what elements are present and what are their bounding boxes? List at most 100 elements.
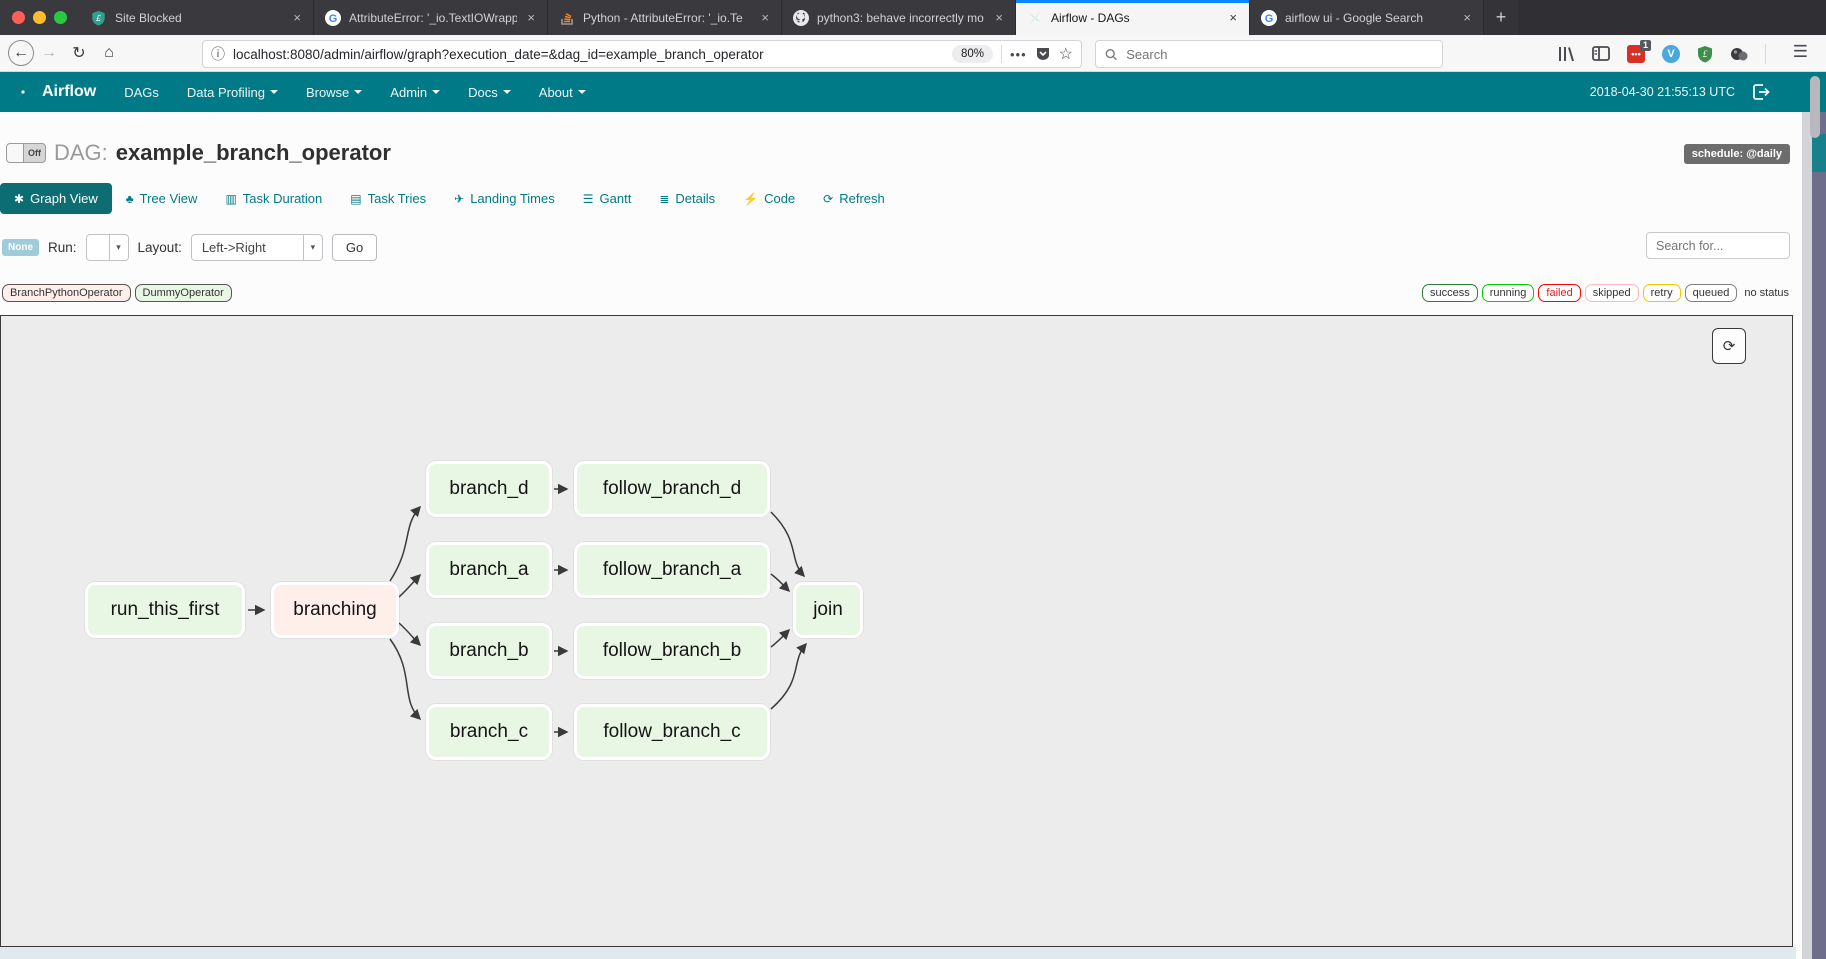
- dark-spheres-extension-icon[interactable]: [1730, 46, 1748, 62]
- url-text[interactable]: localhost:8080/admin/airflow/graph?execu…: [233, 47, 944, 62]
- airflow-icon: [1026, 9, 1043, 26]
- browser-tab[interactable]: Python - AttributeError: '_io.Te×: [548, 0, 782, 35]
- tab-details[interactable]: ≣Details: [645, 183, 729, 214]
- layout-select[interactable]: Left->Right ▾: [191, 234, 323, 261]
- password-extension-icon[interactable]: ••• 1: [1627, 45, 1645, 63]
- task-node-branch_a[interactable]: branch_a: [426, 542, 552, 598]
- minimize-window-button[interactable]: [33, 11, 46, 24]
- go-button[interactable]: Go: [332, 234, 377, 261]
- tab-code[interactable]: ⚡Code: [729, 183, 809, 214]
- task-node-follow_branch_c[interactable]: follow_branch_c: [574, 704, 770, 760]
- task-node-label: follow_branch_b: [603, 640, 741, 662]
- operator-legend-badge: DummyOperator: [135, 284, 232, 302]
- pocket-icon[interactable]: [1035, 46, 1051, 62]
- nav-item-docs[interactable]: Docs: [454, 72, 525, 112]
- nav-item-about[interactable]: About: [525, 72, 600, 112]
- chevron-down-icon: ▾: [109, 235, 128, 260]
- page-zoom-indicator[interactable]: 80%: [952, 45, 993, 63]
- tab-close-icon[interactable]: ×: [291, 10, 303, 25]
- shield-extension-icon[interactable]: £: [1697, 45, 1713, 63]
- browser-tab[interactable]: Airflow - DAGs×: [1016, 0, 1250, 35]
- tab-landing-times[interactable]: ✈Landing Times: [440, 183, 569, 214]
- tab-close-icon[interactable]: ×: [1461, 10, 1473, 25]
- browser-search[interactable]: [1095, 40, 1443, 68]
- forward-button[interactable]: →: [34, 44, 64, 62]
- task-node-branch_c[interactable]: branch_c: [426, 704, 552, 760]
- task-node-run_this_first[interactable]: run_this_first: [85, 582, 245, 638]
- status-legend-retry[interactable]: retry: [1643, 284, 1681, 302]
- site-info-icon[interactable]: ⓘ: [211, 44, 225, 64]
- task-search-input[interactable]: [1646, 232, 1790, 259]
- new-tab-button[interactable]: +: [1484, 0, 1518, 35]
- bookmark-star-icon[interactable]: ☆: [1059, 44, 1073, 64]
- google-icon: G: [1260, 9, 1277, 26]
- tab-gantt[interactable]: ☰Gantt: [569, 183, 646, 214]
- task-node-join[interactable]: join: [793, 582, 863, 638]
- tab-close-icon[interactable]: ×: [759, 10, 771, 25]
- status-legend-success[interactable]: success: [1422, 284, 1478, 302]
- edge-follow_branch_d-to-join: [771, 512, 804, 576]
- nav-item-browse[interactable]: Browse: [292, 72, 376, 112]
- library-icon[interactable]: [1557, 46, 1575, 62]
- task-node-label: branch_b: [449, 640, 528, 662]
- chevron-down-icon: ▾: [303, 235, 322, 260]
- close-window-button[interactable]: [12, 11, 25, 24]
- status-legend: successrunningfailedskippedretryqueuedno…: [1422, 284, 1792, 302]
- task-node-branch_b[interactable]: branch_b: [426, 623, 552, 679]
- scrollbar-track[interactable]: [1802, 112, 1812, 959]
- sidebar-toggle-icon[interactable]: [1592, 46, 1610, 61]
- tab-task-tries[interactable]: ▤Task Tries: [336, 183, 440, 214]
- nav-item-admin[interactable]: Admin: [376, 72, 454, 112]
- tab-close-icon[interactable]: ×: [1227, 10, 1239, 25]
- tab-task-duration[interactable]: ▥Task Duration: [211, 183, 336, 214]
- task-node-follow_branch_d[interactable]: follow_branch_d: [574, 461, 770, 517]
- vertical-scrollbar-thumb[interactable]: [1810, 76, 1820, 138]
- task-node-branch_d[interactable]: branch_d: [426, 461, 552, 517]
- tab-refresh[interactable]: ⟳Refresh: [809, 183, 899, 214]
- task-node-branching[interactable]: branching: [271, 582, 399, 638]
- dag-pause-toggle[interactable]: Off: [6, 143, 46, 163]
- chevron-down-icon: [578, 90, 586, 94]
- tab-close-icon[interactable]: ×: [525, 10, 537, 25]
- browser-tab[interactable]: £Site Blocked×: [80, 0, 314, 35]
- graph-refresh-button[interactable]: ⟳: [1712, 328, 1746, 364]
- search-input[interactable]: [1124, 46, 1433, 63]
- task-node-label: branch_d: [449, 478, 528, 500]
- status-legend-queued[interactable]: queued: [1685, 284, 1738, 302]
- tab-tree-view[interactable]: ♣Tree View: [112, 183, 212, 214]
- graph-edges: [1, 316, 1791, 945]
- airflow-logo-icon: [10, 79, 36, 105]
- zoom-window-button[interactable]: [54, 11, 67, 24]
- airflow-page: Off DAG: example_branch_operator schedul…: [0, 112, 1826, 959]
- logout-icon[interactable]: [1753, 84, 1770, 100]
- divider: [1765, 44, 1766, 64]
- home-button[interactable]: ⌂: [94, 44, 124, 62]
- status-legend-failed[interactable]: failed: [1538, 284, 1580, 302]
- blue-extension-icon[interactable]: V: [1662, 45, 1680, 63]
- legend-row: BranchPythonOperatorDummyOperator succes…: [0, 284, 1792, 304]
- view-tab-label: Tree View: [140, 191, 198, 206]
- window-edge-strip: [1812, 112, 1826, 959]
- tab-graph-view[interactable]: ✱Graph View: [0, 183, 112, 214]
- page-actions-icon[interactable]: •••: [1010, 47, 1027, 62]
- dag-graph-canvas[interactable]: run_this_first branching branch_d follow_br…: [0, 315, 1793, 947]
- graph-view-icon: ✱: [14, 192, 24, 206]
- tab-close-icon[interactable]: ×: [993, 10, 1005, 25]
- browser-tab[interactable]: Gairflow ui - Google Search×: [1250, 0, 1484, 35]
- browser-tab[interactable]: GAttributeError: '_io.TextIOWrapp×: [314, 0, 548, 35]
- browser-tab[interactable]: python3: behave incorrectly mo×: [782, 0, 1016, 35]
- menu-hamburger-icon[interactable]: ☰: [1793, 42, 1808, 62]
- github-icon: [792, 9, 809, 26]
- horizontal-scrollbar[interactable]: [0, 947, 1796, 959]
- run-select[interactable]: ▾: [86, 234, 129, 261]
- nav-item-data-profiling[interactable]: Data Profiling: [173, 72, 292, 112]
- airflow-brand[interactable]: Airflow: [0, 79, 110, 105]
- task-node-follow_branch_a[interactable]: follow_branch_a: [574, 542, 770, 598]
- status-legend-skipped[interactable]: skipped: [1585, 284, 1639, 302]
- back-button[interactable]: ←: [8, 40, 34, 66]
- status-legend-running[interactable]: running: [1482, 284, 1535, 302]
- task-node-follow_branch_b[interactable]: follow_branch_b: [574, 623, 770, 679]
- reload-button[interactable]: ↻: [64, 43, 94, 63]
- address-bar[interactable]: ⓘ localhost:8080/admin/airflow/graph?exe…: [202, 40, 1082, 68]
- nav-item-dags[interactable]: DAGs: [110, 72, 173, 112]
